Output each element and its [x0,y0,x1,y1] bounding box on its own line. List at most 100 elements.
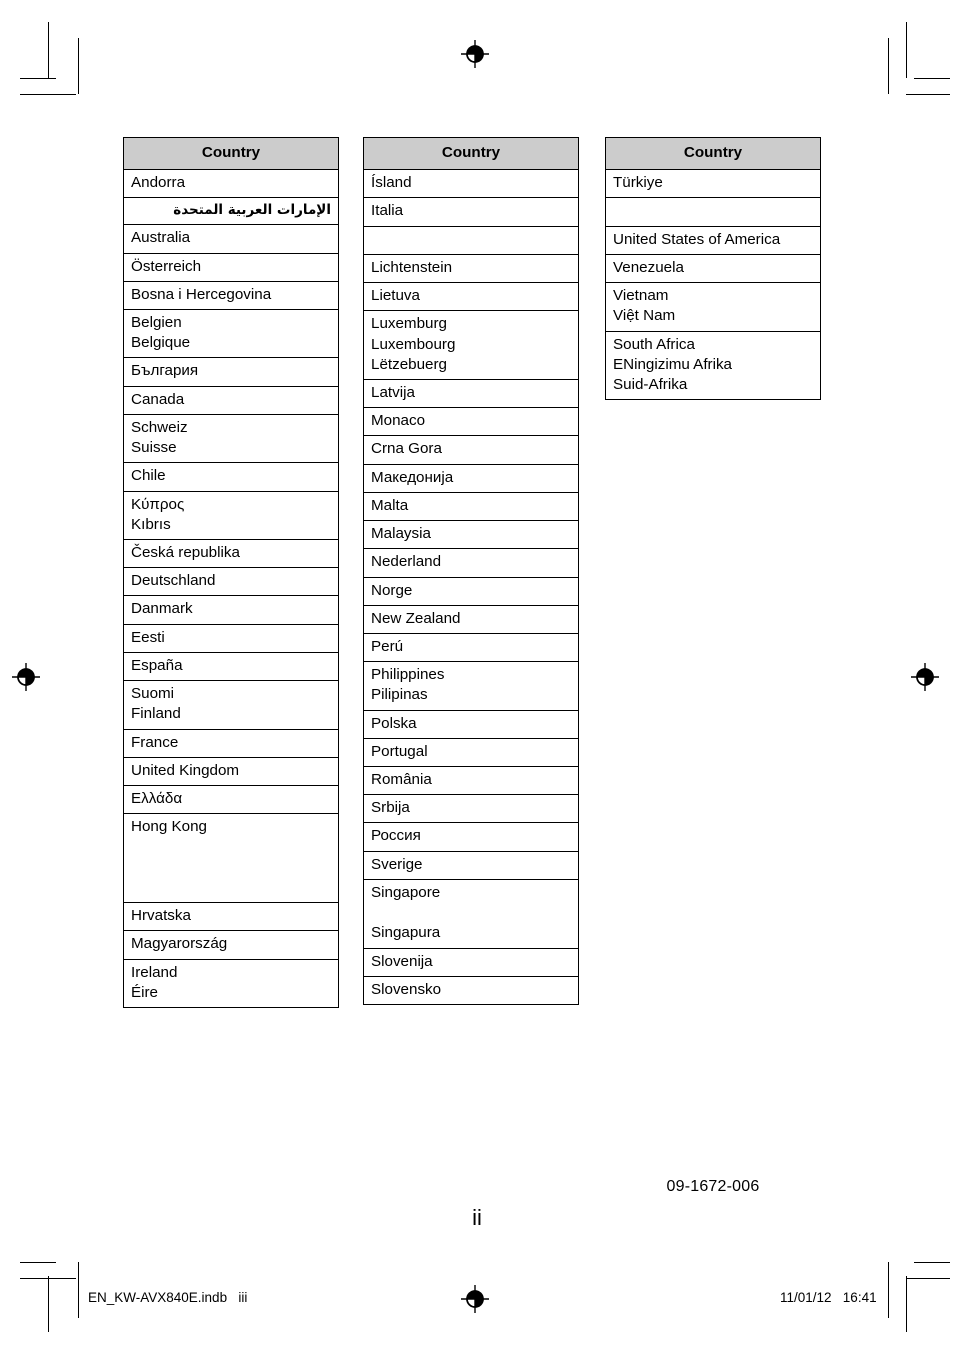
country-name-line [613,201,813,221]
country-cell: Eesti [123,623,339,653]
country-name-line: Österreich [131,257,202,275]
country-name-line: Eesti [131,628,165,646]
country-cell: Monaco [363,407,579,437]
table-row: France [123,728,339,758]
page-number: ii [472,1205,482,1230]
table-row: Nederland [363,548,579,578]
country-name-line: Hong Kong [131,818,207,836]
country-cell: България [123,357,339,387]
country-name-line: Portugal [371,742,428,760]
document-page: Country Andorra الإمارات العربية المتحدة A… [0,0,954,1354]
country-table-3: Country Türkiye United States of America… [605,136,821,401]
country-cell: Österreich [123,252,339,282]
table-row: Philippines Pilipinas [363,661,579,711]
country-name-line: Česká republika [131,544,240,562]
country-cell: United Kingdom [123,756,339,786]
country-cell: Belgien Belgique [123,309,339,359]
country-name-line: Deutschland [131,572,216,590]
table-row: Norge [363,576,579,606]
country-cell: Nederland [363,548,579,578]
table-row: Venezuela [605,253,821,284]
country-cell: Schweiz Suisse [123,413,339,464]
country-cell: Italia [363,197,579,227]
table-row: Slovenija [363,947,579,977]
country-cell: Crna Gora [363,435,579,465]
table-row: Polska [363,709,579,739]
table-row: Κύπρος Kıbrıs [123,490,339,541]
country-cell: الإمارات العربية المتحدة [123,197,339,226]
country-cell: Hrvatska [123,902,339,932]
table-row: Eesti [123,623,339,653]
country-name-line: Schweiz [131,418,188,436]
country-cell: South Africa ENingizimu Afrika Suid-Afrika [605,330,821,401]
table-row: United Kingdom [123,756,339,786]
country-name-line: Lëtzebuerg [371,355,447,373]
table-row: Suomi Finland [123,680,339,730]
table-row: Deutschland [123,567,339,597]
country-cell: Philippines Pilipinas [363,661,579,711]
table-row: Monaco [363,407,579,437]
table-row: Sverige [363,850,579,880]
country-name-line: Nederland [371,553,442,571]
country-cell: Perú [363,632,579,663]
country-cell: Česká republika [123,539,339,569]
country-cell: Latvija [363,378,579,409]
country-name-line: Việt Nam [613,307,676,325]
country-name-line: Singapura [371,924,441,942]
table-row: Lichtenstein [363,253,579,284]
country-name-line: Polska [371,714,417,732]
country-name-line: Pilipinas [371,686,428,704]
country-name-line: Suomi [131,685,175,703]
country-name-line: Luxemburg [371,315,447,333]
country-name-line: Malaysia [371,525,431,543]
country-name-line [371,903,571,923]
country-cell: Lichtenstein [363,253,579,284]
country-name-line: Perú [371,637,404,655]
table-row: Latvija [363,378,579,409]
country-cell: Slovenija [363,947,579,977]
country-cell: Bosna i Hercegovina [123,280,339,311]
table-row: Bosna i Hercegovina [123,280,339,311]
table-row: Hrvatska [123,902,339,932]
table-row: Slovensko [363,975,579,1006]
table-row: Magyarország [123,930,339,960]
table-row: Ísland [363,169,579,199]
column-header-country: Country [605,136,821,171]
column-header-country: Country [363,136,579,171]
country-name-line [131,878,331,898]
country-name-line: Magyarország [131,935,228,953]
country-tables-area: Country Andorra الإمارات العربية المتحدة A… [0,0,954,1354]
country-name-line: Danmark [131,600,193,618]
country-cell: Chile [123,462,339,492]
country-name-line: Slovensko [371,980,442,998]
table-row: España [123,651,339,682]
country-name-line: Australia [131,229,191,247]
country-name-line: Norge [371,581,413,599]
country-cell: United States of America [605,225,821,255]
country-cell: Canada [123,385,339,415]
country-name-line: Belgien [131,314,182,332]
country-cell: Türkiye [605,169,821,199]
country-name-line: France [131,733,179,751]
table-row: Luxemburg Luxembourg Lëtzebuerg [363,310,579,380]
table-row: Srbija [363,794,579,824]
country-name-line: Philippines [371,666,445,684]
country-table-1-body: Andorra الإمارات العربية المتحدة Australia… [123,169,339,1008]
country-cell: Vietnam Việt Nam [605,282,821,332]
table-row [605,197,821,227]
table-row: Italia [363,197,579,227]
table-row: România [363,766,579,796]
footer-filename: EN_KW-AVX840E.indb iii [88,1290,248,1305]
country-name-line: Ελλάδα [131,789,183,807]
table-row: Lietuva [363,282,579,312]
country-cell: Andorra [123,169,339,199]
table-row: الإمارات العربية المتحدة [123,197,339,226]
country-cell: Portugal [363,737,579,768]
country-name-line [131,837,331,857]
table-row: Türkiye [605,169,821,199]
country-name-line: Srbija [371,799,410,817]
country-name-line: New Zealand [371,609,461,627]
country-name-line: Slovenija [371,952,433,970]
table-row: Ελλάδα [123,784,339,815]
country-cell: Hong Kong [123,813,339,904]
